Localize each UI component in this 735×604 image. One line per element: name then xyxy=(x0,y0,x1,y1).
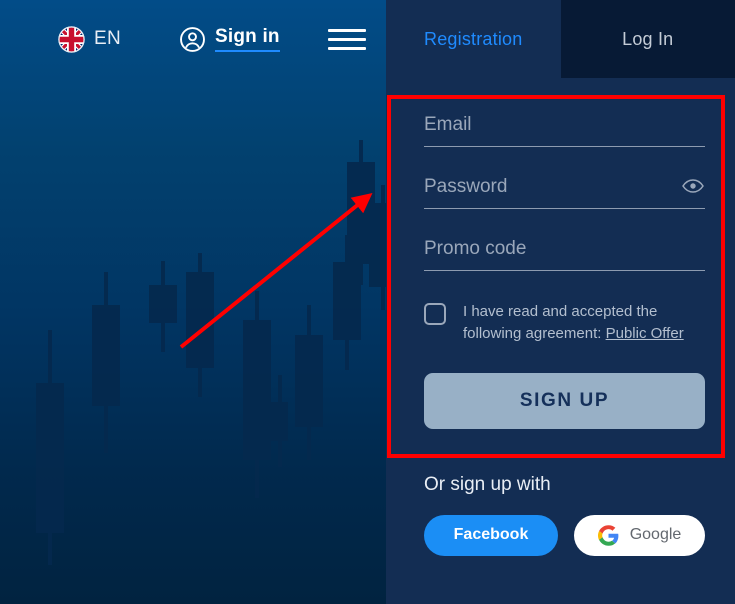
public-offer-link[interactable]: Public Offer xyxy=(606,325,684,342)
signin-label: Sign in xyxy=(215,26,280,53)
agreement-checkbox[interactable] xyxy=(424,303,446,325)
language-selector[interactable]: EN xyxy=(58,25,121,53)
tab-login[interactable]: Log In xyxy=(560,0,735,78)
google-g-icon xyxy=(597,524,619,546)
promo-field-wrap xyxy=(424,238,705,271)
agreement-row: I have read and accepted the following a… xyxy=(424,301,705,345)
left-hero-panel: EN Sign in xyxy=(0,0,386,604)
email-field-wrap xyxy=(424,114,705,147)
candlestick-chart-background xyxy=(0,0,386,604)
auth-tabs: Registration Log In xyxy=(386,0,735,78)
google-label: Google xyxy=(629,526,682,543)
facebook-signup-button[interactable]: Facebook xyxy=(424,514,558,556)
user-account-icon xyxy=(180,26,205,52)
social-buttons-row: Facebook Google xyxy=(424,514,705,556)
password-field-wrap xyxy=(424,176,705,209)
social-heading: Or sign up with xyxy=(424,473,551,495)
top-navigation-bar: EN Sign in xyxy=(0,0,386,78)
hamburger-menu-icon[interactable] xyxy=(327,28,366,50)
google-signup-button[interactable]: Google xyxy=(574,514,705,556)
password-input[interactable] xyxy=(424,176,705,209)
promo-code-input[interactable] xyxy=(424,238,705,271)
burger-line xyxy=(327,46,366,50)
sign-up-button[interactable]: SIGN UP xyxy=(424,372,705,429)
password-visibility-toggle[interactable] xyxy=(681,174,705,198)
language-label: EN xyxy=(94,28,121,49)
agreement-text: I have read and accepted the following a… xyxy=(463,301,705,345)
registration-screen: EN Sign in Registration Log In Email Pas… xyxy=(0,0,735,604)
registration-form: I have read and accepted the following a… xyxy=(386,78,735,556)
signin-link[interactable]: Sign in xyxy=(179,26,280,53)
burger-line xyxy=(327,37,366,41)
uk-flag-icon xyxy=(58,25,85,53)
burger-line xyxy=(327,28,366,32)
eye-icon xyxy=(682,179,704,193)
tab-registration[interactable]: Registration xyxy=(386,0,561,78)
auth-panel: Registration Log In Email Password Promo… xyxy=(386,0,735,604)
email-input[interactable] xyxy=(424,114,705,147)
